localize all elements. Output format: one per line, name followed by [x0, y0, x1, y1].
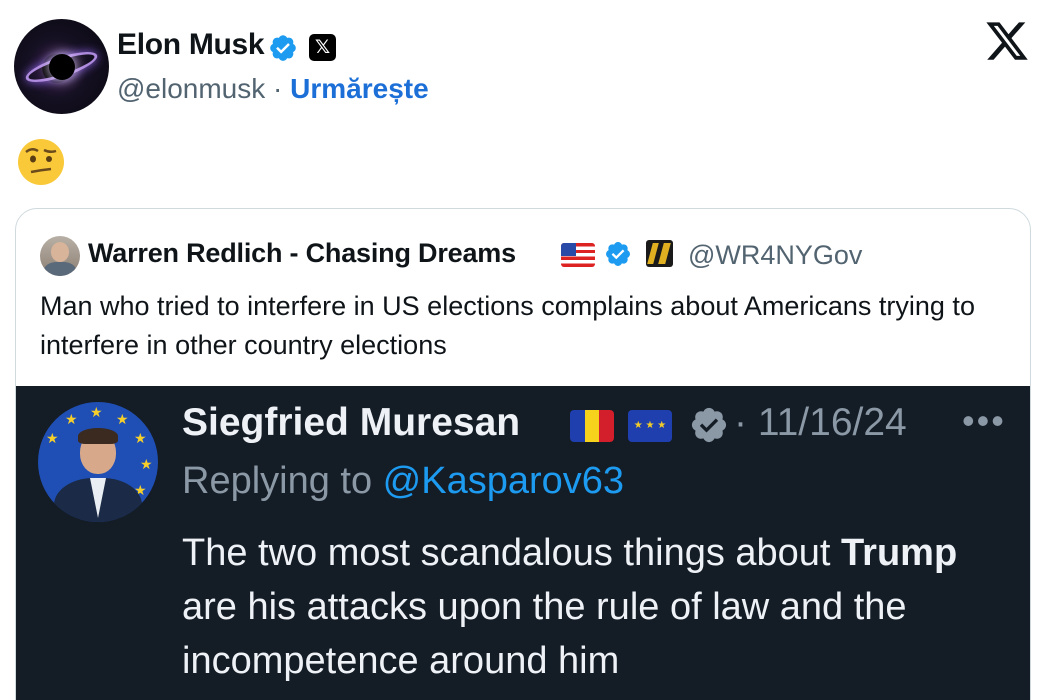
romania-flag-icon [570, 410, 614, 442]
author-handle[interactable]: @elonmusk [117, 73, 265, 104]
embedded-author-name: Siegfried Muresan [182, 401, 521, 444]
avatar-core [49, 54, 75, 80]
verified-badge-icon [691, 407, 727, 443]
embedded-date: · 11/16/24 [734, 401, 907, 444]
author-name[interactable]: Elon Musk [117, 28, 265, 62]
embedded-text: The two most scandalous things about Tru… [182, 526, 1012, 688]
embedded-author-avatar: ★ ★ ★ ★ ★ ★ ★ [38, 402, 158, 522]
x-affiliation-badge-icon: 𝕏 [309, 34, 336, 61]
quote-author-name[interactable]: Warren Redlich - Chasing Dreams [88, 238, 516, 269]
verified-badge-icon [270, 35, 296, 61]
reply-prefix: Replying to [182, 460, 383, 502]
x-logo-icon[interactable] [984, 18, 1030, 64]
quoted-tweet-card[interactable]: Warren Redlich - Chasing Dreams @WR4NYGo… [15, 208, 1031, 700]
follow-button[interactable]: Urmărește [290, 73, 429, 104]
affiliate-badge-icon [646, 240, 673, 267]
replying-to: Replying to @Kasparov63 [182, 460, 624, 503]
separator: · [273, 73, 283, 104]
quote-author-handle[interactable]: @WR4NYGov [688, 240, 862, 271]
verified-badge-icon [606, 242, 630, 266]
face-with-raised-eyebrow-icon [18, 139, 64, 185]
handle-row: @elonmusk · Urmărește [117, 73, 429, 105]
reply-mention: @Kasparov63 [382, 460, 625, 502]
quote-author-avatar[interactable] [40, 236, 80, 276]
text-bold: Trump [841, 532, 958, 574]
author-avatar[interactable] [14, 19, 109, 114]
avatar-face [51, 242, 69, 262]
avatar-hair [78, 428, 118, 444]
avatar-shirt [44, 262, 76, 276]
eu-flag-icon: ★ ★ ★ [628, 410, 672, 442]
text-part: The two most scandalous things about [182, 532, 842, 574]
more-options-icon: ••• [962, 400, 1006, 441]
quote-text: Man who tried to interfere in US electio… [40, 291, 975, 360]
embedded-screenshot[interactable]: ★ ★ ★ ★ ★ ★ ★ Siegfried Muresan ★ ★ ★ · … [16, 386, 1030, 700]
text-part: are his attacks upon the rule of law and… [182, 586, 907, 682]
us-flag-icon [561, 243, 595, 267]
